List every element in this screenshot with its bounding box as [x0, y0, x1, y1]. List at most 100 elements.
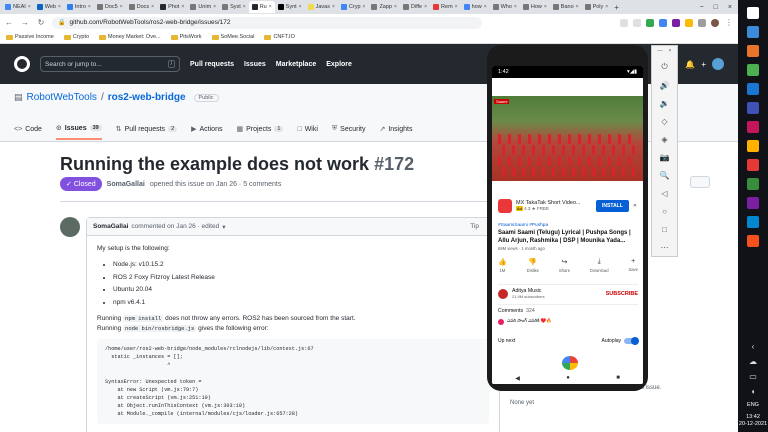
- subscribe-button[interactable]: SUBSCRIBE: [606, 291, 638, 297]
- nav-recents-icon[interactable]: ■: [616, 375, 620, 381]
- more-icon[interactable]: ⋯: [655, 238, 675, 256]
- tab-close-icon[interactable]: ×: [120, 4, 123, 10]
- repo-name-link[interactable]: ros2-web-bridge: [108, 92, 186, 103]
- browser-tab[interactable]: how ×: [461, 1, 490, 13]
- plus-icon[interactable]: +: [701, 60, 706, 69]
- tab-wiki[interactable]: □ Wiki: [297, 118, 317, 140]
- chevron-left-icon[interactable]: ‹: [752, 342, 755, 351]
- taskbar-app-icon[interactable]: [747, 140, 759, 152]
- ad-banner[interactable]: MX TakaTak Short Video... Ad 4.3 ★ FREE …: [492, 195, 643, 217]
- tab-close-icon[interactable]: ×: [544, 4, 547, 10]
- video-player[interactable]: Saami: [492, 96, 643, 181]
- tab-close-icon[interactable]: ×: [299, 4, 302, 10]
- zoom-icon[interactable]: 🔍: [655, 166, 675, 184]
- taskbar-app-icon[interactable]: [747, 64, 759, 76]
- browser-tab[interactable]: Docs ×: [126, 1, 157, 13]
- tab-close-icon[interactable]: ×: [151, 4, 154, 10]
- tab-projects[interactable]: ▦ Projects 1: [236, 118, 284, 140]
- watch-button[interactable]: [690, 176, 710, 188]
- browser-tab[interactable]: Bano ×: [550, 1, 582, 13]
- tab-security[interactable]: ⛨ Security: [332, 118, 366, 140]
- tab-close-icon[interactable]: ×: [88, 4, 91, 10]
- tab-close-icon[interactable]: ×: [243, 4, 246, 10]
- tab-close-icon[interactable]: ×: [514, 4, 517, 10]
- tab-close-icon[interactable]: ×: [424, 4, 427, 10]
- taskbar-app-icon[interactable]: [747, 7, 759, 19]
- bookmark-item[interactable]: CNFT.IO: [264, 34, 295, 40]
- taskbar-app-icon[interactable]: [747, 102, 759, 114]
- volume-icon[interactable]: ◖: [751, 387, 756, 396]
- tab-close-icon[interactable]: ×: [28, 4, 31, 10]
- browser-tab[interactable]: Zapp ×: [368, 1, 399, 13]
- tab-issues[interactable]: ⊙ Issues 39: [55, 118, 102, 140]
- close-icon[interactable]: ×: [669, 48, 672, 58]
- browser-tab[interactable]: Javas ×: [305, 1, 338, 13]
- taskbar-app-icon[interactable]: [747, 45, 759, 57]
- save-button[interactable]: + Save: [628, 258, 638, 273]
- taskbar-app-icon[interactable]: [747, 178, 759, 190]
- volume-up-icon[interactable]: 🔊: [655, 76, 675, 94]
- search-input[interactable]: Search or jump to... /: [40, 56, 180, 72]
- address-bar[interactable]: 🔒 github.com/RobotWebTools/ros2-web-brid…: [52, 16, 482, 29]
- tab-close-icon[interactable]: ×: [576, 4, 579, 10]
- channel-avatar[interactable]: [498, 288, 508, 299]
- nav-marketplace[interactable]: Marketplace: [276, 61, 316, 68]
- browser-tab[interactable]: Phot ×: [157, 1, 187, 13]
- tab-close-icon[interactable]: ×: [394, 4, 397, 10]
- bookmark-item[interactable]: Crypto: [63, 34, 89, 40]
- autoplay-toggle[interactable]: [624, 337, 639, 345]
- bookmark-item[interactable]: Passive Income: [6, 34, 54, 40]
- browser-tab[interactable]: Diffe ×: [400, 1, 430, 13]
- volume-down-icon[interactable]: 🔉: [655, 94, 675, 112]
- bookmark-item[interactable]: Money Market: Ove...: [99, 34, 161, 40]
- comment-avatar[interactable]: [60, 217, 80, 237]
- back-icon[interactable]: ←: [4, 18, 14, 27]
- forward-icon[interactable]: →: [20, 18, 30, 27]
- tab-pull-requests[interactable]: ⇅ Pull requests 2: [116, 118, 178, 140]
- nav-explore[interactable]: Explore: [326, 61, 352, 68]
- puzzle-icon[interactable]: [698, 18, 706, 27]
- browser-tab[interactable]: Poly ×: [582, 1, 612, 13]
- share-button[interactable]: ↪ Share: [559, 258, 570, 273]
- new-tab-button[interactable]: +: [611, 3, 622, 12]
- rotate-right-icon[interactable]: ◈: [655, 130, 675, 148]
- reload-icon[interactable]: ↻: [36, 18, 46, 27]
- power-icon[interactable]: ⏻: [655, 58, 675, 76]
- extension-icon[interactable]: [659, 18, 667, 27]
- browser-tab[interactable]: Cryp ×: [338, 1, 369, 13]
- notification-bell-icon[interactable]: 🔔: [685, 60, 695, 69]
- nav-back-icon[interactable]: ◀: [515, 375, 520, 382]
- language-indicator[interactable]: ENG: [747, 402, 759, 408]
- browser-tab[interactable]: How ×: [520, 1, 550, 13]
- download-button[interactable]: ⤓ Download: [590, 258, 609, 273]
- taskbar-app-icon[interactable]: [747, 83, 759, 95]
- like-button[interactable]: 👍 1M: [498, 258, 507, 273]
- github-logo-icon[interactable]: [14, 56, 30, 72]
- tab-close-icon[interactable]: ×: [605, 4, 608, 10]
- tab-close-icon[interactable]: ×: [455, 4, 458, 10]
- nav-issues[interactable]: Issues: [244, 61, 266, 68]
- battery-icon[interactable]: ▭: [749, 372, 757, 381]
- browser-tab[interactable]: Intro ×: [64, 1, 94, 13]
- home-icon[interactable]: ○: [655, 202, 675, 220]
- tab-close-icon[interactable]: ×: [332, 4, 335, 10]
- menu-icon[interactable]: ⋮: [724, 18, 734, 27]
- taskbar-app-icon[interactable]: [747, 121, 759, 133]
- browser-tab[interactable]: NEAI ×: [2, 1, 34, 13]
- tab-close-icon[interactable]: ×: [181, 4, 184, 10]
- back-icon[interactable]: ◁: [655, 184, 675, 202]
- star-icon[interactable]: [633, 18, 641, 27]
- taskbar-app-icon[interactable]: [747, 197, 759, 209]
- browser-tab[interactable]: Syst ×: [219, 1, 249, 13]
- browser-tab[interactable]: Rem ×: [430, 1, 461, 13]
- tab-close-icon[interactable]: ×: [363, 4, 366, 10]
- tab-close-icon[interactable]: ×: [269, 4, 272, 10]
- tab-insights[interactable]: ↗ Insights: [379, 118, 412, 140]
- comments-section[interactable]: Comments 324 ఎవరి సాంగ్ ఎవరికి ♥️🔥: [498, 304, 638, 325]
- profile-avatar[interactable]: [711, 18, 719, 27]
- bookmark-item[interactable]: PitsWork: [170, 34, 202, 40]
- tab-code[interactable]: <> Code: [14, 118, 42, 140]
- browser-tab[interactable]: Doc5 ×: [94, 1, 126, 13]
- bookmark-item[interactable]: SoMee.Social: [211, 34, 254, 40]
- minimize-icon[interactable]: −: [700, 4, 704, 11]
